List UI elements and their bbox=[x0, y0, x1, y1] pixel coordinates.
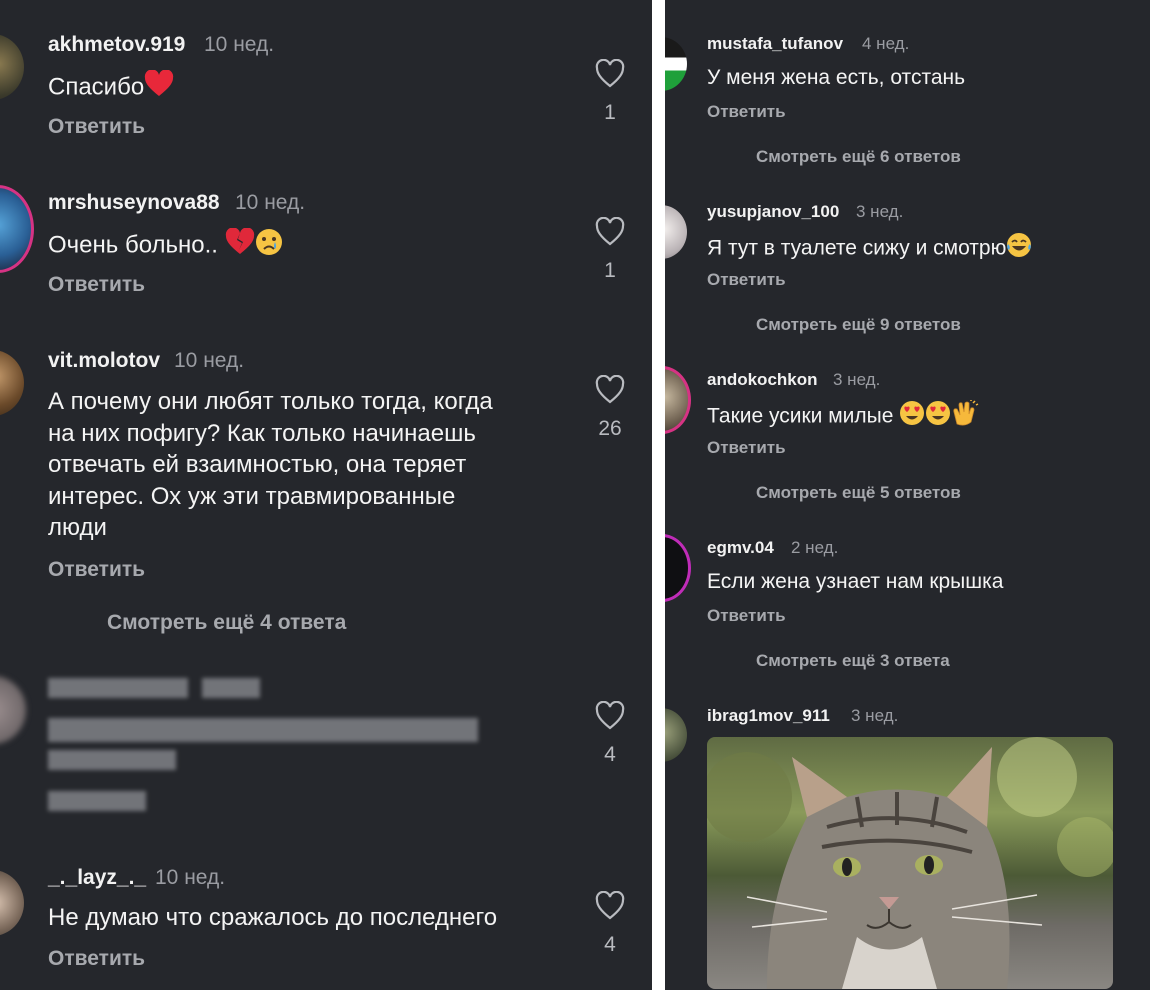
heart-eyes-icon bbox=[925, 400, 951, 434]
like-heart-icon[interactable] bbox=[594, 701, 626, 731]
broken-heart-icon bbox=[225, 227, 255, 265]
avatar[interactable] bbox=[665, 366, 691, 434]
reply-button[interactable]: Ответить bbox=[48, 947, 145, 971]
blurred-username bbox=[48, 678, 188, 698]
comment-text-line: интерес. Ох уж эти травмированные bbox=[48, 482, 456, 510]
view-more-replies[interactable]: Смотреть ещё 5 ответов bbox=[756, 483, 961, 503]
avatar[interactable] bbox=[665, 534, 691, 602]
comment-text-content: Очень больно.. bbox=[48, 231, 218, 259]
comment-text-content: Спасибо bbox=[48, 73, 145, 101]
comment-text: У меня жена есть, отстань bbox=[707, 66, 966, 89]
comment-time: 10 нед. bbox=[204, 33, 275, 56]
comment-text: Очень больно.. bbox=[48, 227, 283, 265]
red-heart-icon bbox=[144, 69, 174, 107]
avatar[interactable] bbox=[0, 870, 24, 936]
avatar[interactable] bbox=[0, 350, 24, 416]
like-count: 4 bbox=[604, 933, 616, 956]
tears-of-joy-icon bbox=[1006, 232, 1032, 266]
view-more-replies[interactable]: Смотреть ещё 4 ответа bbox=[107, 611, 346, 635]
crying-face-icon bbox=[255, 228, 283, 265]
comment-username[interactable]: mrshuseynova88 bbox=[48, 191, 220, 215]
cat-illustration bbox=[707, 737, 1113, 989]
reply-button[interactable]: Ответить bbox=[48, 558, 145, 582]
heart-eyes-icon bbox=[899, 400, 925, 434]
comment-text-line: на них пофигу? Как только начинаешь bbox=[48, 419, 476, 447]
comment-text: Не думаю что сражалось до последнего bbox=[48, 904, 498, 931]
avatar[interactable] bbox=[665, 708, 687, 762]
like-heart-icon[interactable] bbox=[594, 217, 626, 247]
avatar[interactable] bbox=[665, 205, 687, 259]
blurred-time bbox=[202, 678, 260, 698]
comment-username[interactable]: ibrag1mov_911 bbox=[707, 706, 830, 726]
comment-time: 10 нед. bbox=[155, 866, 226, 889]
comment-text: Такие усики милые bbox=[707, 400, 979, 434]
avatar[interactable] bbox=[0, 185, 34, 273]
blurred-reply bbox=[48, 791, 146, 811]
comment-username[interactable]: _._layz_._ bbox=[48, 866, 146, 890]
like-count: 4 bbox=[604, 743, 616, 766]
comment-text-content: Я тут в туалете сижу и смотрю bbox=[707, 236, 1007, 260]
reply-button[interactable]: Ответить bbox=[48, 115, 145, 139]
comment-time: 2 нед. bbox=[791, 538, 839, 557]
comment-text-line: отвечать ей взаимностью, она теряет bbox=[48, 451, 467, 478]
comment-text-line: люди bbox=[48, 514, 107, 541]
like-heart-icon[interactable] bbox=[594, 891, 626, 921]
comment-time: 3 нед. bbox=[851, 706, 899, 725]
comment-time: 3 нед. bbox=[833, 370, 881, 389]
avatar bbox=[0, 676, 26, 744]
reply-button[interactable]: Ответить bbox=[707, 606, 786, 626]
reply-button[interactable]: Ответить bbox=[707, 102, 786, 122]
like-count: 26 bbox=[598, 417, 622, 440]
comment-text-line: А почему они любят только тогда, когда bbox=[48, 388, 493, 415]
avatar[interactable] bbox=[665, 37, 687, 91]
cat-photo[interactable] bbox=[707, 737, 1113, 989]
blurred-text bbox=[48, 718, 478, 742]
like-heart-icon[interactable] bbox=[594, 375, 626, 405]
comment-username[interactable]: vit.molotov bbox=[48, 349, 160, 373]
comment-username[interactable]: yusupjanov_100 bbox=[707, 202, 839, 222]
view-more-replies[interactable]: Смотреть ещё 3 ответа bbox=[756, 651, 950, 671]
comment-time: 3 нед. bbox=[856, 202, 904, 221]
comment-username[interactable]: egmv.04 bbox=[707, 538, 774, 558]
reply-button[interactable]: Ответить bbox=[48, 273, 145, 297]
reply-button[interactable]: Ответить bbox=[707, 438, 786, 458]
comment-username[interactable]: akhmetov.919 bbox=[48, 33, 185, 57]
like-count: 1 bbox=[604, 259, 616, 282]
comment-text: Я тут в туалете сижу и смотрю bbox=[707, 232, 1032, 266]
comment-time: 4 нед. bbox=[862, 34, 910, 53]
comment-time: 10 нед. bbox=[174, 349, 245, 372]
clapping-hands-icon bbox=[951, 400, 979, 434]
comment-text-content: Такие усики милые bbox=[707, 404, 894, 428]
like-heart-icon[interactable] bbox=[594, 59, 626, 89]
comment-time: 10 нед. bbox=[235, 191, 306, 214]
like-count: 1 bbox=[604, 101, 616, 124]
right-comments-panel: mustafa_tufanov 4 нед. У меня жена есть,… bbox=[665, 0, 1150, 990]
comment-text: Спасибо bbox=[48, 69, 174, 107]
blurred-text bbox=[48, 750, 176, 770]
comment-text: А почему они любят только тогда, когда н… bbox=[48, 386, 578, 544]
comment-username[interactable]: andokochkon bbox=[707, 370, 818, 390]
comment-text: Если жена узнает нам крышка bbox=[707, 570, 1004, 593]
view-more-replies[interactable]: Смотреть ещё 9 ответов bbox=[756, 315, 961, 335]
view-more-replies[interactable]: Смотреть ещё 6 ответов bbox=[756, 147, 961, 167]
reply-button[interactable]: Ответить bbox=[707, 270, 786, 290]
avatar[interactable] bbox=[0, 34, 24, 100]
comment-username[interactable]: mustafa_tufanov bbox=[707, 34, 843, 54]
left-comments-panel: akhmetov.919 10 нед. Спасибо Ответить 1 … bbox=[0, 0, 652, 990]
